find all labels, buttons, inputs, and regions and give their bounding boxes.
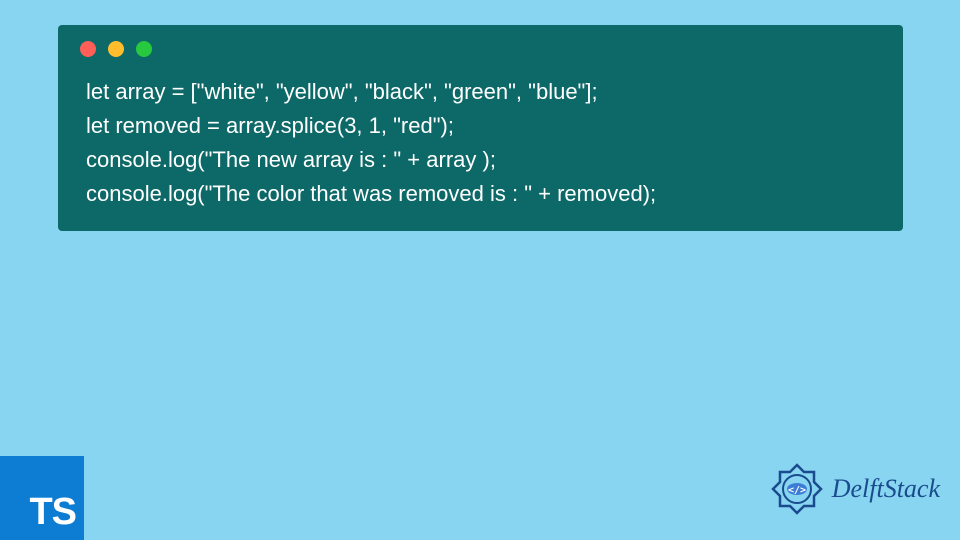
typescript-label: TS	[29, 491, 76, 534]
code-window: let array = ["white", "yellow", "black",…	[58, 25, 903, 231]
typescript-badge: TS	[0, 456, 84, 540]
code-content: let array = ["white", "yellow", "black",…	[58, 67, 903, 211]
code-line: let removed = array.splice(3, 1, "red");	[86, 109, 875, 143]
delftstack-label: DelftStack	[832, 474, 940, 504]
code-line: console.log("The color that was removed …	[86, 177, 875, 211]
delftstack-logo: </> DelftStack	[768, 460, 940, 518]
delftstack-icon: </>	[768, 460, 826, 518]
svg-text:</>: </>	[788, 485, 806, 496]
code-line: console.log("The new array is : " + arra…	[86, 143, 875, 177]
window-controls	[58, 25, 903, 67]
close-icon	[80, 41, 96, 57]
minimize-icon	[108, 41, 124, 57]
code-line: let array = ["white", "yellow", "black",…	[86, 75, 875, 109]
maximize-icon	[136, 41, 152, 57]
